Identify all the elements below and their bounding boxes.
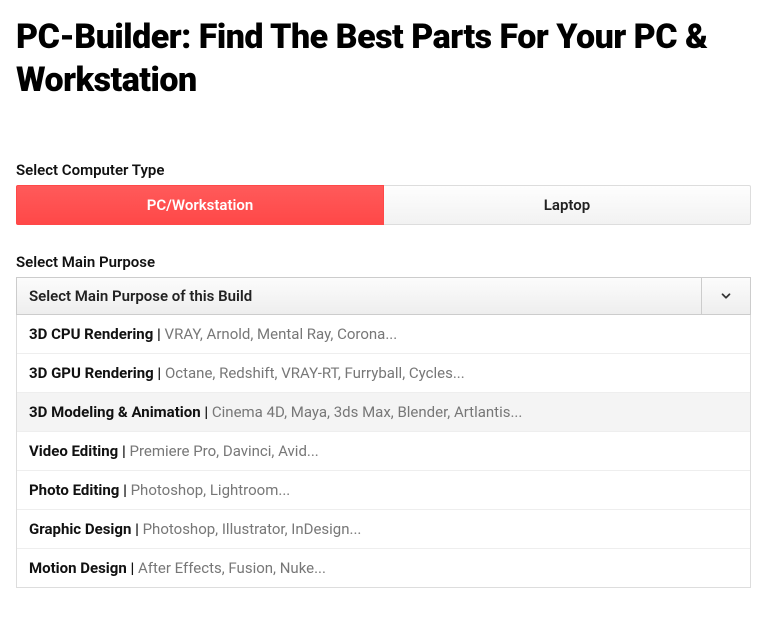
dropdown-option[interactable]: 3D Modeling & Animation | Cinema 4D, May… <box>17 393 750 432</box>
dropdown-toggle[interactable] <box>701 277 751 315</box>
dropdown-option[interactable]: Photo Editing | Photoshop, Lightroom... <box>17 471 750 510</box>
dropdown-header[interactable]: Select Main Purpose of this Build <box>16 277 751 315</box>
option-title: 3D CPU Rendering | <box>29 325 165 343</box>
option-subtitle: Photoshop, Illustrator, InDesign... <box>143 520 362 538</box>
computer-type-tabs: PC/WorkstationLaptop <box>16 185 751 225</box>
option-title: 3D GPU Rendering | <box>29 364 165 382</box>
option-title: Video Editing | <box>29 442 129 460</box>
tab-pc-workstation[interactable]: PC/Workstation <box>16 185 384 225</box>
option-subtitle: Photoshop, Lightroom... <box>131 481 291 499</box>
main-purpose-section: Select Main Purpose Select Main Purpose … <box>16 253 751 588</box>
page-title: PC-Builder: Find The Best Parts For Your… <box>16 16 751 101</box>
option-subtitle: Octane, Redshift, VRAY-RT, Furryball, Cy… <box>165 364 465 382</box>
computer-type-section: Select Computer Type PC/WorkstationLapto… <box>16 161 751 225</box>
option-subtitle: After Effects, Fusion, Nuke... <box>138 559 326 577</box>
dropdown-list: 3D CPU Rendering | VRAY, Arnold, Mental … <box>16 315 751 588</box>
dropdown-option[interactable]: Video Editing | Premiere Pro, Davinci, A… <box>17 432 750 471</box>
option-subtitle: VRAY, Arnold, Mental Ray, Corona... <box>165 325 398 343</box>
dropdown-option[interactable]: Graphic Design | Photoshop, Illustrator,… <box>17 510 750 549</box>
tab-laptop[interactable]: Laptop <box>384 185 751 225</box>
dropdown-option[interactable]: Motion Design | After Effects, Fusion, N… <box>17 549 750 587</box>
chevron-down-icon <box>719 289 733 303</box>
option-subtitle: Cinema 4D, Maya, 3ds Max, Blender, Artla… <box>212 403 522 421</box>
option-title: Graphic Design | <box>29 520 143 538</box>
computer-type-label: Select Computer Type <box>16 161 751 179</box>
main-purpose-label: Select Main Purpose <box>16 253 751 271</box>
option-title: Motion Design | <box>29 559 138 577</box>
main-purpose-dropdown: Select Main Purpose of this Build 3D CPU… <box>16 277 751 588</box>
dropdown-option[interactable]: 3D CPU Rendering | VRAY, Arnold, Mental … <box>17 315 750 354</box>
dropdown-option[interactable]: 3D GPU Rendering | Octane, Redshift, VRA… <box>17 354 750 393</box>
option-subtitle: Premiere Pro, Davinci, Avid... <box>129 442 318 460</box>
option-title: Photo Editing | <box>29 481 131 499</box>
dropdown-placeholder[interactable]: Select Main Purpose of this Build <box>16 277 701 315</box>
option-title: 3D Modeling & Animation | <box>29 403 212 421</box>
